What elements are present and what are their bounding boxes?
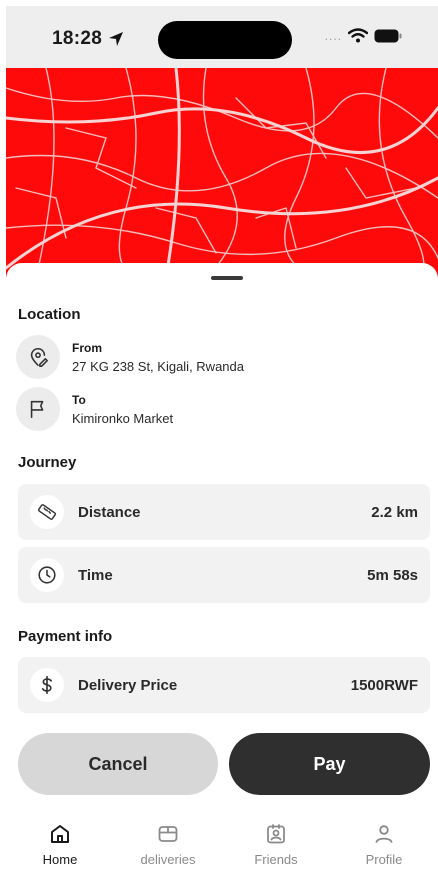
price-value: 1500RWF [350,676,418,694]
distance-label: Distance [78,503,141,521]
journey-section-title: Journey [18,454,77,471]
map-roads [6,68,438,278]
contact-card-icon [267,824,285,844]
cancel-button[interactable]: Cancel [18,733,218,795]
status-time: 18:28 [52,28,124,50]
to-icon-container [16,387,60,431]
to-address: Kimironko Market [72,410,174,426]
dynamic-island [158,21,292,59]
tab-home-label: Home [42,852,78,867]
distance-card: Distance 2.2 km [18,484,430,540]
signal-icon: .... [324,28,342,43]
flag-icon [30,400,44,419]
location-arrow-icon [109,32,124,46]
clock-icon [38,566,56,584]
time-icon-container [30,558,64,592]
route-map[interactable] [6,68,438,278]
tab-profile-label: Profile [365,852,403,867]
location-section-title: Location [18,306,81,323]
status-bar: 18:28 .... [6,6,438,68]
status-icons: .... [325,28,402,43]
box-icon [158,826,178,842]
wifi-icon [348,28,368,43]
status-time-text: 18:28 [52,28,103,49]
delivery-price-card: Delivery Price 1500RWF [18,657,430,713]
to-text: To Kimironko Market [72,393,173,426]
to-location-row: To Kimironko Market [16,387,173,431]
from-text: From 27 KG 238 St, Kigali, Rwanda [72,341,244,374]
from-label: From [72,340,102,355]
distance-icon-container [30,495,64,529]
ruler-icon [37,504,57,520]
from-address: 27 KG 238 St, Kigali, Rwanda [72,358,244,374]
bottom-tab-bar: Home deliveries Friends Profile [6,822,438,880]
tab-deliveries[interactable]: deliveries [114,822,222,880]
price-label: Delivery Price [78,676,178,694]
from-icon-container [16,335,60,379]
sheet-drag-handle[interactable] [211,276,243,280]
from-location-row: From 27 KG 238 St, Kigali, Rwanda [16,335,244,379]
tab-home[interactable]: Home [6,822,114,880]
tab-friends[interactable]: Friends [222,822,330,880]
tab-friends-label: Friends [254,852,298,867]
time-label: Time [78,566,113,584]
trip-details-sheet: Location From 27 KG 238 St, Kigali, Rwan… [6,263,438,880]
tab-deliveries-label: deliveries [140,852,196,867]
to-label: To [72,392,86,407]
user-icon [375,825,393,843]
time-card: Time 5m 58s [18,547,430,603]
tab-profile[interactable]: Profile [330,822,438,880]
battery-icon [374,29,402,42]
time-value: 5m 58s [367,566,418,584]
dollar-icon [41,675,52,695]
map-pin-edit-icon [30,347,48,367]
distance-value: 2.2 km [371,503,418,521]
home-icon [51,825,69,843]
pay-button[interactable]: Pay [229,733,430,795]
price-icon-container [30,668,64,702]
payment-section-title: Payment info [18,628,113,645]
